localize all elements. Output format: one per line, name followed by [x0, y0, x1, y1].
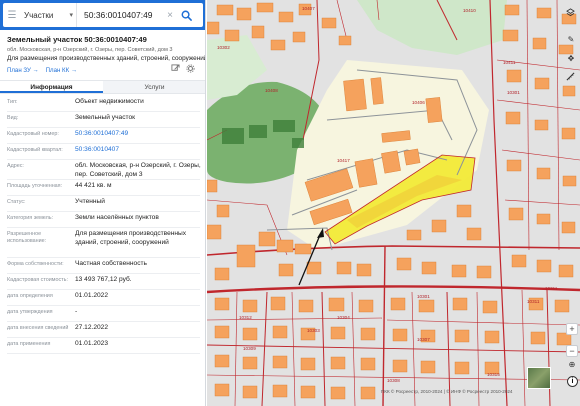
detail-label: Кадастровый квартал:	[7, 147, 63, 153]
detail-row: Адрес: обл. Московская, р-н Озерский, г. …	[0, 160, 205, 180]
parcel-number-label: 10302	[217, 45, 230, 50]
detail-value: 44 421 кв. м	[75, 182, 112, 189]
detail-value: 27.12.2022	[75, 324, 109, 331]
detail-label: Площадь уточненная:	[7, 183, 63, 189]
settings-icon[interactable]	[186, 64, 195, 73]
tab-services[interactable]: Услуги	[103, 81, 205, 93]
tab-info[interactable]: Информация	[0, 81, 103, 93]
map-attribution: ПКК © Росреестр, 2010-2024 | © ИНФ © Рос…	[381, 389, 513, 394]
parcel-number-label: 10406	[412, 100, 425, 105]
row-divider	[7, 353, 200, 354]
search-input[interactable]	[77, 10, 163, 20]
move-icon[interactable]: ✥	[566, 53, 576, 63]
detail-row: Разрешенное использование: Для размещения…	[0, 228, 205, 258]
share-icon[interactable]	[171, 64, 180, 73]
detail-value: Объект недвижимости	[75, 98, 144, 105]
detail-row: Статус: Учтенный	[0, 196, 205, 212]
detail-label: Кадастровая стоимость:	[7, 277, 68, 283]
search-bar: ☰ Участки ▾ ×	[0, 0, 205, 30]
info-icon[interactable]: i	[567, 376, 578, 387]
locate-icon[interactable]: ⊕	[567, 359, 577, 369]
parcel-actions	[171, 64, 195, 73]
zoom-out-button[interactable]: −	[566, 345, 578, 357]
parcel-number-label: 10408	[265, 88, 278, 93]
detail-row: Кадастровая стоимость: 13 493 767,12 руб.	[0, 274, 205, 290]
plan-kk-link[interactable]: План КК →	[46, 67, 77, 74]
detail-value-link[interactable]: 50:36:0010407	[75, 146, 201, 155]
detail-value: 13 493 767,12 руб.	[75, 276, 132, 283]
detail-label: Тип:	[7, 99, 18, 105]
satellite-basemap-thumbnail[interactable]	[527, 367, 551, 389]
parcel-number-label: 10311	[545, 286, 558, 291]
detail-row: дата утверждения -	[0, 306, 205, 322]
detail-value: -	[75, 308, 78, 315]
detail-label: Адрес:	[7, 163, 24, 169]
detail-label: Разрешенное использование:	[7, 231, 47, 244]
detail-row: Кадастровый квартал: 50:36:0010407	[0, 144, 205, 160]
parcel-number-label: 10417	[337, 158, 350, 163]
detail-label: дата применения	[7, 341, 51, 347]
parcel-address: обл. Московская, р-н Озерский, г. Озеры,…	[7, 47, 173, 53]
detail-value-link[interactable]: 50:36:0010407:49	[75, 130, 201, 139]
parcel-number-label: 10309	[243, 346, 256, 351]
layer-select[interactable]: Участки ▾	[21, 3, 77, 27]
info-panel: ☰ Участки ▾ × Земельный участок 50:36:00…	[0, 0, 206, 406]
map-canvas[interactable]	[207, 0, 580, 406]
detail-row: дата применения 01.01.2023	[0, 338, 205, 354]
detail-label: дата определения	[7, 293, 53, 299]
parcel-number-label: 10301	[417, 294, 430, 299]
detail-row: дата определения 01.01.2022	[0, 290, 205, 306]
detail-row: Форма собственности: Частная собственност…	[0, 258, 205, 274]
detail-row: Тип: Объект недвижимости	[0, 96, 205, 112]
detail-label: дата утверждения	[7, 309, 53, 315]
parcel-title: Земельный участок 50:36:0010407:49	[7, 35, 147, 44]
tab-bar: Информация Услуги	[0, 80, 205, 94]
zoom-in-button[interactable]: +	[566, 323, 578, 335]
detail-row: Категория земель: Земли населённых пункто…	[0, 212, 205, 228]
detail-label: Форма собственности:	[7, 261, 64, 267]
parcel-number-label: 10308	[387, 378, 400, 383]
detail-value: Земли населённых пунктов	[75, 214, 159, 221]
parcel-number-label: 10407	[302, 6, 315, 11]
parcel-number-label: 10301	[507, 90, 520, 95]
detail-value: 01.01.2022	[75, 292, 109, 299]
detail-row: Вид: Земельный участок	[0, 112, 205, 128]
parcel-number-label: 10410	[463, 8, 476, 13]
detail-label: дата внесения сведений	[7, 325, 69, 331]
menu-icon[interactable]: ☰	[3, 3, 21, 27]
parcel-purpose: Для размещения производственных зданий, …	[7, 55, 206, 62]
detail-value: Учтенный	[75, 198, 105, 205]
plan-links: План ЗУ → План КК →	[7, 67, 77, 74]
detail-value: Земельный участок	[75, 114, 136, 121]
parcel-number-label: 10303	[307, 328, 320, 333]
detail-label: Кадастровый номер:	[7, 131, 59, 137]
ruler-icon[interactable]	[566, 72, 576, 82]
pencil-icon[interactable]: ✎	[566, 34, 576, 44]
parcel-number-label: 10315	[487, 372, 500, 377]
parcel-number-label: 10312	[239, 315, 252, 320]
chevron-down-icon: ▾	[69, 12, 73, 19]
detail-label: Категория земель:	[7, 215, 54, 221]
cadastral-map[interactable]: 10407 10302 10301 10408 10311 10311 1030…	[207, 0, 580, 406]
parcel-number-label: 10411	[503, 60, 516, 65]
search-box: ☰ Участки ▾ ×	[3, 3, 203, 27]
layers-icon[interactable]	[566, 8, 576, 18]
plan-zu-link[interactable]: План ЗУ →	[7, 67, 39, 74]
parcel-number-label: 10307	[417, 337, 430, 342]
search-icon[interactable]	[177, 3, 195, 27]
detail-label: Вид:	[7, 115, 19, 121]
detail-value: 01.01.2023	[75, 340, 109, 347]
parcel-number-label: 10304	[337, 315, 350, 320]
clear-icon[interactable]: ×	[163, 10, 177, 21]
layer-select-value: Участки	[24, 10, 54, 20]
detail-row: дата внесения сведений 27.12.2022	[0, 322, 205, 338]
detail-value: Для размещения производственных зданий, …	[75, 230, 187, 246]
parcel-number-label: 10311	[527, 299, 540, 304]
detail-label: Статус:	[7, 199, 26, 205]
parcel-header: Земельный участок 50:36:0010407:49 обл. …	[7, 35, 206, 62]
detail-row: Кадастровый номер: 50:36:0010407:49	[0, 128, 205, 144]
detail-row: Площадь уточненная: 44 421 кв. м	[0, 180, 205, 196]
detail-value: Частная собственность	[75, 260, 147, 267]
detail-value: обл. Московская, р-н Озерский, г. Озеры,…	[75, 162, 201, 178]
